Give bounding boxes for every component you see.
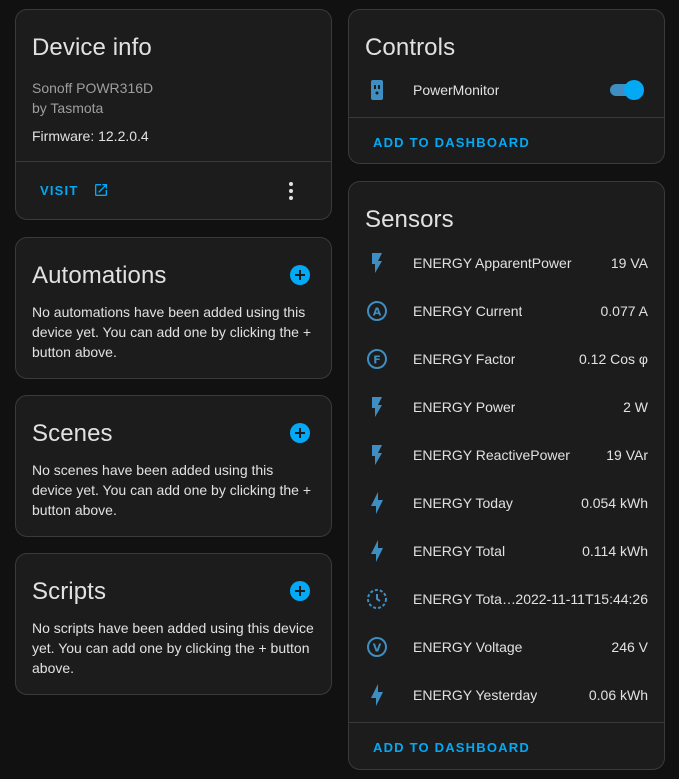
visit-button[interactable]: VISIT bbox=[40, 182, 109, 198]
sensor-value: 2022-11-11T15:44:26 bbox=[515, 591, 648, 607]
controls-title: Controls bbox=[365, 34, 456, 61]
device-info-card: Device info Sonoff POWR316D by Tasmota F… bbox=[15, 9, 332, 220]
sensor-row[interactable]: ENERGY Today 0.054 kWh bbox=[349, 479, 664, 527]
sensor-row[interactable]: A ENERGY Current 0.077 A bbox=[349, 287, 664, 335]
lightning-bolt-icon bbox=[365, 491, 389, 515]
device-model: Sonoff POWR316D bbox=[32, 80, 154, 96]
scenes-title: Scenes bbox=[32, 420, 113, 447]
sensors-card: Sensors ENERGY ApparentPower 19 VA A ENE… bbox=[348, 181, 665, 770]
flash-icon bbox=[365, 443, 389, 467]
control-row-powermonitor[interactable]: PowerMonitor bbox=[349, 66, 664, 114]
svg-text:A: A bbox=[373, 306, 382, 319]
divider bbox=[349, 722, 664, 723]
sensor-value: 0.12 Cos φ bbox=[578, 351, 648, 367]
controls-card: Controls PowerMonitor ADD TO DASHBOARD bbox=[348, 9, 665, 164]
sensor-value: 0.06 kWh bbox=[588, 687, 648, 703]
scenes-card: Scenes No scenes have been added using t… bbox=[15, 395, 332, 537]
more-vert-icon[interactable] bbox=[279, 179, 303, 203]
sensor-name: ENERGY Factor bbox=[413, 351, 516, 367]
sensor-row[interactable]: ENERGY Yesterday 0.06 kWh bbox=[349, 671, 664, 719]
open-in-new-icon bbox=[93, 182, 109, 198]
scripts-title: Scripts bbox=[32, 578, 107, 605]
sensor-value: 19 VA bbox=[610, 255, 648, 271]
sensor-name: ENERGY Yesterday bbox=[413, 687, 538, 703]
divider bbox=[349, 117, 664, 118]
clock-outline-icon bbox=[365, 587, 389, 611]
add-automation-button[interactable] bbox=[290, 265, 310, 285]
svg-text:F: F bbox=[373, 354, 381, 367]
sensor-value: 246 V bbox=[611, 639, 648, 655]
sensor-name: ENERGY Tota… bbox=[413, 591, 516, 607]
flash-icon bbox=[365, 395, 389, 419]
scripts-card: Scripts No scripts have been added using… bbox=[15, 553, 332, 695]
alpha-v-circle-icon: V bbox=[365, 635, 389, 659]
device-info-title: Device info bbox=[32, 34, 152, 61]
add-script-button[interactable] bbox=[290, 581, 310, 601]
alpha-f-circle-icon: F bbox=[365, 347, 389, 371]
sensors-title: Sensors bbox=[365, 206, 454, 233]
sensor-row[interactable]: ENERGY ApparentPower 19 VA bbox=[349, 239, 664, 287]
alpha-a-circle-icon: A bbox=[365, 299, 389, 323]
sensor-row[interactable]: V ENERGY Voltage 246 V bbox=[349, 623, 664, 671]
sensor-value: 0.077 A bbox=[600, 303, 649, 319]
sensor-name: ENERGY Total bbox=[413, 543, 506, 559]
sensor-row[interactable]: ENERGY ReactivePower 19 VAr bbox=[349, 431, 664, 479]
sensor-value: 2 W bbox=[623, 399, 648, 415]
sensor-name: ENERGY Current bbox=[413, 303, 523, 319]
lightning-bolt-icon bbox=[365, 683, 389, 707]
sensor-name: ENERGY Voltage bbox=[413, 639, 523, 655]
visit-label: VISIT bbox=[40, 182, 79, 198]
device-manufacturer: by Tasmota bbox=[32, 100, 104, 116]
sensor-name: ENERGY ApparentPower bbox=[413, 255, 572, 271]
sensor-name: ENERGY ReactivePower bbox=[413, 447, 570, 463]
control-name: PowerMonitor bbox=[413, 82, 500, 98]
sensor-value: 0.114 kWh bbox=[582, 543, 648, 559]
automations-title: Automations bbox=[32, 262, 167, 289]
add-scene-button[interactable] bbox=[290, 423, 310, 443]
power-plug-icon bbox=[365, 78, 389, 102]
controls-add-to-dashboard-button[interactable]: ADD TO DASHBOARD bbox=[373, 135, 530, 150]
sensor-row[interactable]: ENERGY Total 0.114 kWh bbox=[349, 527, 664, 575]
sensor-value: 19 VAr bbox=[606, 447, 648, 463]
sensor-row[interactable]: F ENERGY Factor 0.12 Cos φ bbox=[349, 335, 664, 383]
sensor-value: 0.054 kWh bbox=[581, 495, 648, 511]
scenes-empty-text: No scenes have been added using this dev… bbox=[32, 462, 312, 518]
automations-empty-text: No automations have been added using thi… bbox=[32, 304, 312, 360]
sensors-add-to-dashboard-button[interactable]: ADD TO DASHBOARD bbox=[373, 740, 530, 755]
sensor-name: ENERGY Power bbox=[413, 399, 516, 415]
flash-icon bbox=[365, 251, 389, 275]
scripts-empty-text: No scripts have been added using this de… bbox=[32, 620, 314, 676]
lightning-bolt-icon bbox=[365, 539, 389, 563]
svg-text:V: V bbox=[373, 642, 382, 655]
sensor-row[interactable]: ENERGY Tota… 2022-11-11T15:44:26 bbox=[349, 575, 664, 623]
sensor-row[interactable]: ENERGY Power 2 W bbox=[349, 383, 664, 431]
powermonitor-toggle[interactable] bbox=[608, 80, 644, 100]
device-firmware: Firmware: 12.2.0.4 bbox=[32, 128, 149, 144]
automations-card: Automations No automations have been add… bbox=[15, 237, 332, 379]
sensor-name: ENERGY Today bbox=[413, 495, 513, 511]
divider bbox=[16, 161, 331, 162]
